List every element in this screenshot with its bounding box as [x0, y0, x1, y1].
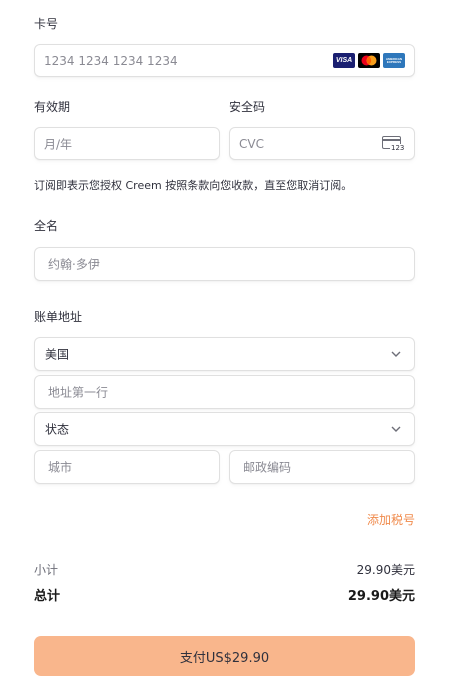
- add-tax-id-link[interactable]: 添加税号: [367, 511, 415, 528]
- zip-input[interactable]: 邮政编码: [229, 450, 415, 484]
- total-label: 总计: [34, 589, 61, 604]
- total-value: 29.90美元: [347, 589, 415, 604]
- cvc-card-icon: 123: [382, 136, 406, 153]
- billing-address-label: 账单地址: [34, 310, 83, 324]
- cvc-label: 安全码: [229, 100, 266, 114]
- card-number-input[interactable]: 1234 1234 1234 1234 VISA AMERICAN EXPRES…: [34, 44, 415, 77]
- pay-button[interactable]: 支付US$29.90: [34, 636, 415, 676]
- state-select[interactable]: 状态: [34, 412, 415, 446]
- full-name-input[interactable]: 约翰·多伊: [34, 247, 415, 281]
- amex-icon: AMERICAN EXPRESS: [383, 53, 405, 68]
- city-placeholder: 城市: [48, 460, 73, 475]
- full-name-label: 全名: [34, 219, 59, 233]
- address-line1-placeholder: 地址第一行: [48, 385, 109, 400]
- card-number-placeholder: 1234 1234 1234 1234: [44, 53, 178, 68]
- subtotal-value: 29.90美元: [356, 563, 415, 577]
- full-name-placeholder: 约翰·多伊: [48, 257, 100, 272]
- subtotal-label: 小计: [34, 563, 59, 577]
- chevron-down-icon: [391, 426, 401, 432]
- address-line1-input[interactable]: 地址第一行: [34, 375, 415, 409]
- country-select[interactable]: 美国: [34, 337, 415, 371]
- cvc-input[interactable]: CVC 123: [229, 127, 415, 160]
- card-number-label: 卡号: [34, 17, 59, 31]
- authorization-notice: 订阅即表示您授权 Creem 按照条款向您收款，直至您取消订阅。: [34, 179, 353, 192]
- expiry-input[interactable]: 月/年: [34, 127, 220, 160]
- pay-button-label: 支付US$29.90: [179, 650, 270, 666]
- state-value: 状态: [45, 422, 70, 437]
- country-value: 美国: [45, 347, 70, 362]
- zip-placeholder: 邮政编码: [243, 460, 292, 475]
- expiry-placeholder: 月/年: [44, 137, 73, 151]
- expiry-label: 有效期: [34, 100, 71, 114]
- chevron-down-icon: [391, 351, 401, 357]
- mastercard-icon: [358, 53, 380, 68]
- city-input[interactable]: 城市: [34, 450, 220, 484]
- visa-icon: VISA: [333, 53, 355, 68]
- cvc-placeholder: CVC: [239, 136, 264, 151]
